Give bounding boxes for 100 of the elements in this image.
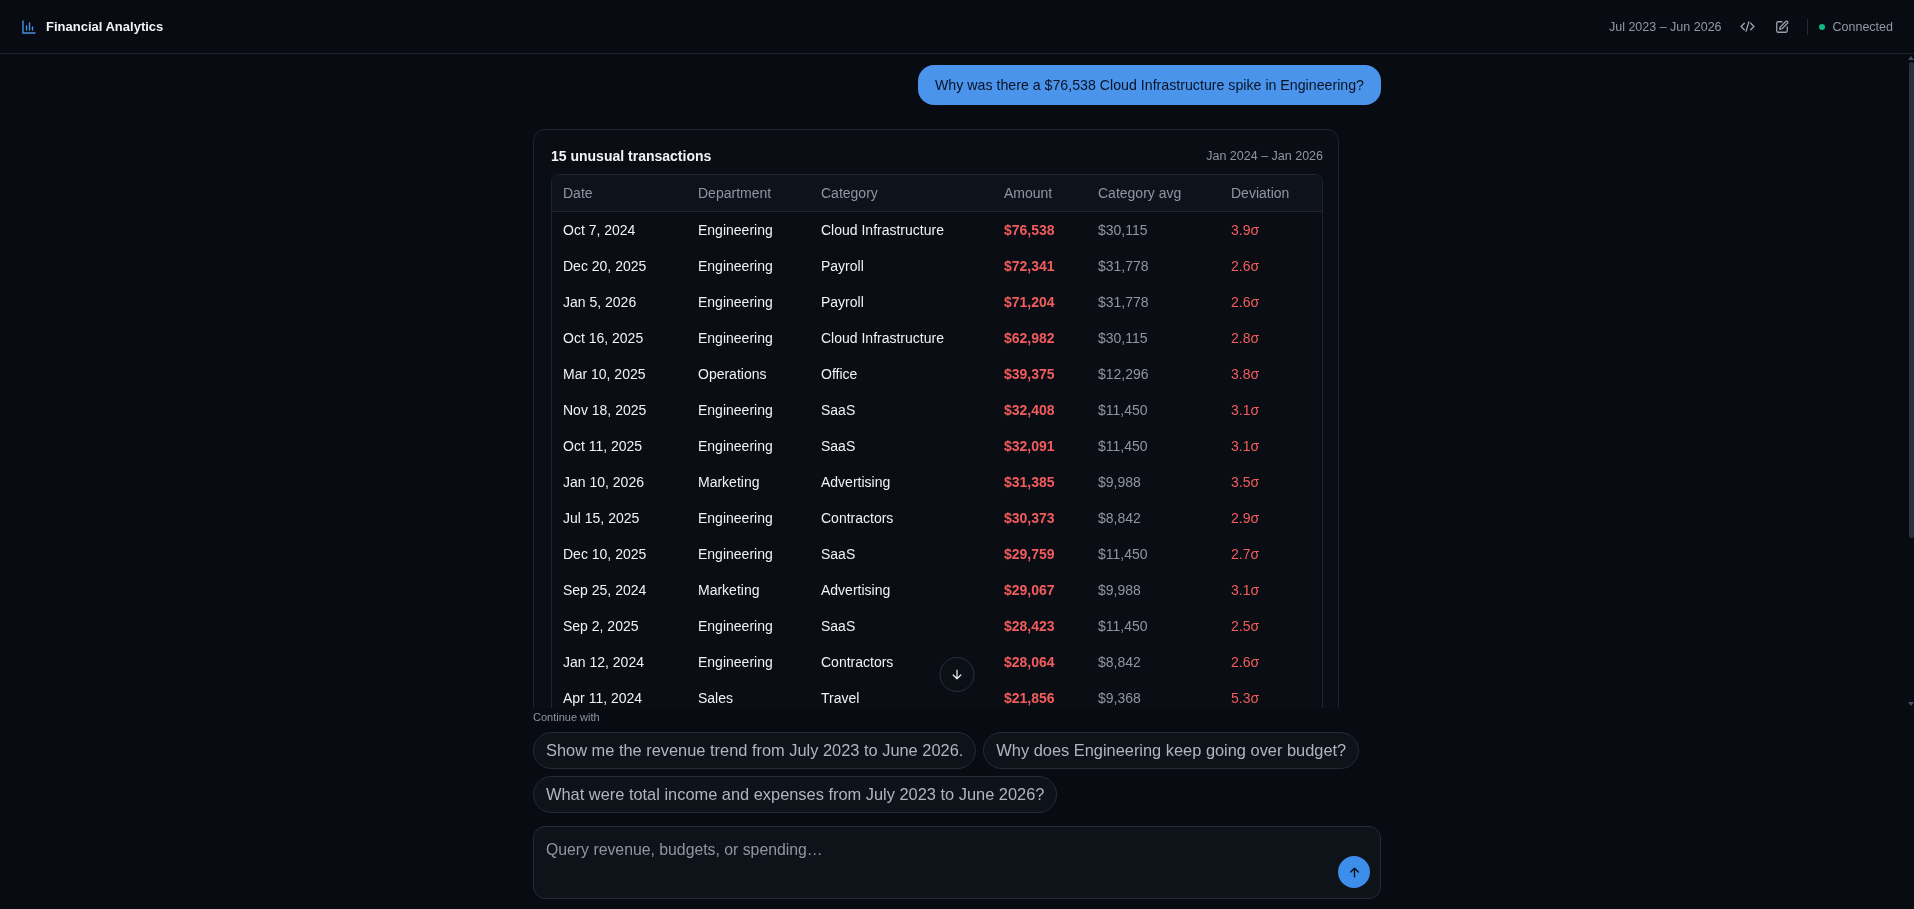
table-cell: Jul 15, 2025 [563,510,640,526]
suggestion-chip[interactable]: Why does Engineering keep going over budget? [983,732,1360,769]
table-cell: $39,375 [1004,366,1055,382]
table-cell: Oct 11, 2025 [563,438,643,454]
table-cell: 3.1σ [1231,582,1260,598]
table-cell: $12,296 [1098,366,1149,382]
suggestion-chip[interactable]: Show me the revenue trend from July 2023 to June 2026. [533,732,977,769]
table-cell: 2.8σ [1231,330,1260,346]
table-cell: 3.8σ [1231,366,1260,382]
table-cell: Engineering [698,222,773,238]
table-cell: $29,067 [1004,582,1055,598]
table-cell: 2.7σ [1231,546,1260,562]
table-cell: $28,423 [1004,618,1055,634]
table-cell: Contractors [821,510,894,526]
connection-status: Connected [1832,19,1893,34]
table-cell: Jan 5, 2026 [563,294,637,310]
query-input[interactable]: Query revenue, budgets, or spending… [533,826,1381,899]
column-header: Department [698,185,772,201]
table-cell: $30,115 [1098,222,1148,238]
table-cell: SaaS [821,438,856,454]
table-cell: Dec 20, 2025 [563,258,647,274]
table-cell: Engineering [698,402,773,418]
table-cell: Dec 10, 2025 [563,546,647,562]
bar-chart-icon [22,19,36,34]
table-cell: 2.9σ [1231,510,1260,526]
column-header: Deviation [1231,185,1290,201]
suggestion-chip[interactable]: What were total income and expenses from July 2023 to June 2026? [533,776,1058,813]
table-cell: $71,204 [1004,294,1055,310]
table-cell: $9,988 [1098,582,1141,598]
table-cell: SaaS [821,618,856,634]
table-cell: $11,450 [1098,438,1148,454]
table-cell: $8,842 [1098,654,1141,670]
app-title: Financial Analytics [46,19,164,34]
table-cell: Marketing [698,474,760,490]
table-cell: 2.6σ [1231,294,1260,310]
table-cell: $76,538 [1004,222,1055,238]
table-cell: Travel [821,690,860,706]
user-message: Why was there a $76,538 Cloud Infrastructure spike in Engineering? [917,65,1381,105]
table-cell: Marketing [698,582,760,598]
code-button[interactable] [1739,21,1755,32]
table-cell: Office [821,366,858,382]
table-cell: Engineering [698,618,773,634]
table-cell: $11,450 [1098,546,1148,562]
table-cell: $9,988 [1098,474,1141,490]
table-cell: SaaS [821,546,856,562]
table-cell: Jan 10, 2026 [563,474,644,490]
table-cell: $8,842 [1098,510,1141,526]
table-cell: $32,091 [1004,438,1055,454]
table-cell: 5.3σ [1231,690,1260,706]
table-cell: Engineering [698,330,773,346]
column-header: Date [563,185,593,201]
code-icon [1739,21,1755,32]
table-cell: Oct 7, 2024 [563,222,636,238]
table-cell: Mar 10, 2025 [563,366,646,382]
table-cell: $62,982 [1004,330,1055,346]
scrollbar-thumb[interactable] [1908,62,1914,538]
arrow-down-icon [950,668,964,681]
table-cell: $31,778 [1098,258,1149,274]
table-cell: Advertising [821,474,891,490]
table-cell: Engineering [698,294,773,310]
table-cell: Cloud Infrastructure [821,330,944,346]
date-range: Jan 2024 – Jan 2026 [1206,149,1323,163]
card-title: 15 unusual transactions [551,148,712,164]
table-cell: Engineering [698,258,773,274]
table-cell: $31,778 [1098,294,1149,310]
table-cell: $32,408 [1004,402,1055,418]
table-cell: $30,373 [1004,510,1055,526]
table-cell: $31,385 [1004,474,1055,490]
table-cell: Engineering [698,546,773,562]
arrow-up-icon [1347,865,1361,879]
table-cell: Engineering [698,654,773,670]
table-cell: 3.5σ [1231,474,1260,490]
table-cell: Sales [698,690,734,706]
edit-button[interactable] [1774,19,1789,34]
table-cell: 2.6σ [1231,654,1260,670]
table-cell: Advertising [821,582,891,598]
table-cell: 3.1σ [1231,438,1260,454]
table-cell: Cloud Infrastructure [821,222,944,238]
table-cell: Nov 18, 2025 [563,402,647,418]
table-cell: Sep 2, 2025 [563,618,639,634]
table-cell: $21,856 [1004,690,1055,706]
table-cell: $11,450 [1098,402,1148,418]
table-cell: Engineering [698,438,773,454]
table-cell: Payroll [821,294,864,310]
table-cell: Jan 12, 2024 [563,654,644,670]
column-header: Amount [1004,185,1053,201]
table-cell: Engineering [698,510,773,526]
table-cell: Operations [698,366,767,382]
table-cell: SaaS [821,402,856,418]
table-cell: 2.6σ [1231,258,1260,274]
table-cell: Apr 11, 2024 [563,690,643,706]
table-cell: Oct 16, 2025 [563,330,644,346]
table-cell: 3.1σ [1231,402,1260,418]
table-cell: $9,368 [1098,690,1141,706]
suggestions-label: Continue with [533,710,600,724]
table-cell: $11,450 [1098,618,1148,634]
table-cell: Sep 25, 2024 [563,582,647,598]
table-cell: $28,064 [1004,654,1055,670]
table-cell: $72,341 [1004,258,1055,274]
table-cell: 3.9σ [1231,222,1260,238]
